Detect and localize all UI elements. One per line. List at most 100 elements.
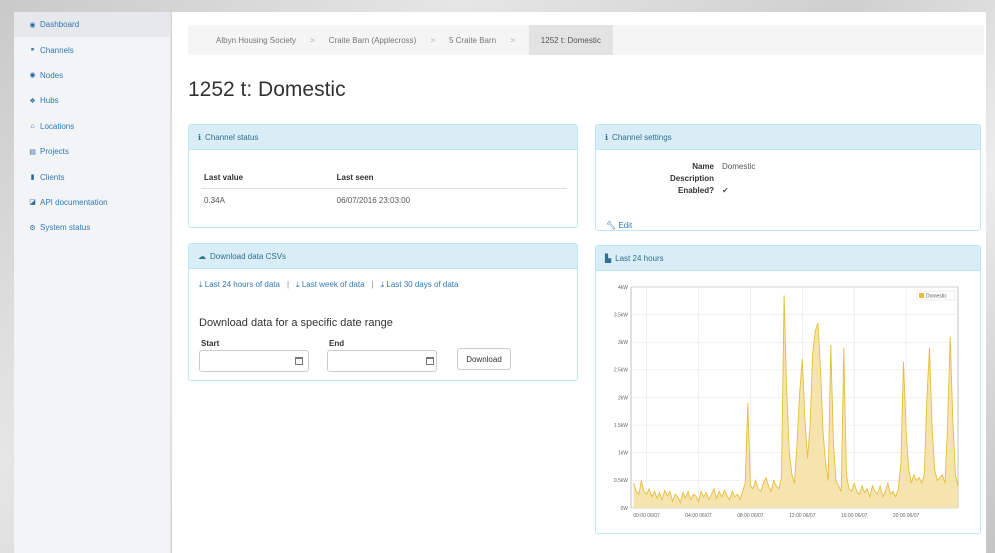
x-tick-label: 08:00 06/07	[737, 513, 764, 519]
y-tick-label: 4kW	[618, 285, 628, 291]
download-week-label: Last week of data	[301, 280, 365, 289]
breadcrumb-separator: >	[510, 35, 515, 45]
edit-label: Edit	[618, 221, 633, 230]
sidebar-item-clients[interactable]: ▮ Clients	[14, 164, 170, 189]
main-content: Albyn Housing Society > Craite Barn (App…	[172, 12, 986, 553]
last-value-cell: 0.34A	[204, 196, 225, 205]
last-seen-cell: 06/07/2016 23:03:00	[336, 196, 411, 205]
dashboard-icon: ◉	[29, 21, 36, 29]
x-tick-label: 00:00 06/07	[633, 513, 660, 519]
breadcrumb-separator: >	[310, 35, 315, 45]
channel-status-panel: ℹ Channel status Last value Last seen 0.…	[188, 124, 578, 228]
sidebar-item-label: Nodes	[40, 70, 64, 80]
x-tick-label: 04:00 06/07	[685, 513, 712, 519]
sidebar-item-label: Dashboard	[40, 20, 80, 30]
y-tick-label: 1kW	[618, 451, 628, 457]
sidebar-item-label: Hubs	[40, 96, 59, 106]
projects-icon: ▤	[29, 148, 36, 156]
download-title: Download data CSVs	[210, 251, 287, 261]
start-label: Start	[201, 339, 220, 348]
breadcrumb-item-location[interactable]: Craite Barn (Applecross)	[315, 25, 417, 55]
chart-panel-header: ▙ Last 24 hours	[596, 246, 980, 271]
channels-icon: ⚭	[29, 47, 36, 55]
sidebar-item-system-status[interactable]: ⚙ System status	[14, 215, 170, 240]
setting-name-label: Name	[692, 162, 714, 171]
calendar-icon[interactable]	[426, 357, 434, 365]
x-tick-label: 12:00 06/07	[789, 513, 816, 519]
breadcrumb: Albyn Housing Society > Craite Barn (App…	[188, 25, 984, 55]
sidebar-item-dashboard[interactable]: ◉ Dashboard	[14, 12, 170, 38]
channel-status-table: Last value Last seen 0.34A 06/07/2016 23…	[201, 169, 567, 212]
edit-link[interactable]: 🔧︎ Edit	[606, 221, 632, 230]
download-week-link[interactable]: ⤓ Last week of data	[296, 280, 365, 290]
link-separator: |	[371, 280, 374, 289]
sidebar-item-label: Channels	[40, 45, 74, 55]
y-tick-label: 0W	[621, 506, 629, 512]
breadcrumb-item-active: 1252 t: Domestic	[528, 25, 613, 55]
area-chart-icon: ▙	[605, 253, 612, 263]
channel-settings-title: Channel settings	[612, 132, 672, 142]
x-tick-label: 20:00 06/07	[893, 513, 920, 519]
sidebar: ◉ Dashboard ⚭ Channels ◉ Nodes ❖ Hubs ⌂ Locations…	[14, 12, 171, 553]
calendar-icon[interactable]	[295, 357, 303, 365]
chart-panel: ▙ Last 24 hours 0W 0.5kW 1kW 1.5kW 2kW 2.5kW 3…	[595, 245, 981, 534]
channel-status-header: ℹ Channel status	[189, 125, 577, 150]
power-chart: 0W 0.5kW 1kW 1.5kW 2kW 2.5kW 3kW 3.5kW 4kW 00:00 …	[614, 285, 959, 519]
y-tick-label: 1.5kW	[614, 423, 628, 429]
download-icon: ⤓	[296, 280, 300, 289]
download-links: ⤓ Last 24 hours of data | ⤓ Last week of…	[199, 280, 458, 290]
page-title: 1252 t: Domestic	[188, 78, 346, 101]
chart-panel-title: Last 24 hours	[615, 253, 664, 263]
home-icon: ⌂	[30, 122, 35, 130]
clients-icon: ▮	[30, 174, 35, 182]
sidebar-item-projects[interactable]: ▤ Projects	[14, 139, 170, 164]
setting-name-value: Domestic	[722, 162, 756, 171]
channel-settings-header: ℹ Channel settings	[596, 125, 980, 150]
download-icon: ⤓	[199, 280, 203, 289]
book-icon: ◪	[29, 199, 36, 207]
download-panel: ☁ Download data CSVs ⤓ Last 24 hours of …	[188, 243, 578, 381]
setting-description-row: Description	[596, 174, 722, 183]
hubs-icon: ❖	[29, 97, 36, 105]
legend-label: Domestic	[926, 294, 947, 300]
setting-enabled-label: Enabled?	[677, 186, 714, 195]
sidebar-item-channels[interactable]: ⚭ Channels	[14, 37, 170, 62]
setting-name-row: Name Domestic	[596, 162, 755, 171]
end-label: End	[329, 339, 345, 348]
sidebar-item-locations[interactable]: ⌂ Locations	[14, 114, 170, 139]
download-header: ☁ Download data CSVs	[189, 244, 577, 269]
info-icon: ℹ	[198, 132, 202, 142]
cloud-download-icon: ☁	[198, 251, 206, 261]
breadcrumb-item-node[interactable]: 5 Craite Barn	[435, 25, 496, 55]
x-tick-label: 16:00 06/07	[841, 513, 868, 519]
breadcrumb-item-client[interactable]: Albyn Housing Society	[188, 25, 296, 55]
legend-swatch	[919, 293, 924, 298]
column-header-last-seen: Last seen	[333, 169, 567, 189]
y-tick-label: 2.5kW	[614, 368, 628, 374]
link-separator: |	[286, 280, 290, 289]
download-24h-link[interactable]: ⤓ Last 24 hours of data	[199, 280, 280, 290]
sidebar-item-label: Locations	[40, 121, 75, 131]
sidebar-item-label: API documentation	[40, 197, 108, 207]
date-range-title: Download data for a specific date range	[199, 317, 393, 329]
nodes-icon: ◉	[29, 72, 36, 80]
table-row: 0.34A 06/07/2016 23:03:00	[201, 189, 567, 213]
download-30d-label: Last 30 days of data	[386, 280, 459, 289]
y-tick-label: 3kW	[618, 340, 628, 346]
sidebar-item-label: Projects	[40, 147, 69, 157]
sidebar-item-nodes[interactable]: ◉ Nodes	[14, 63, 170, 88]
download-30d-link[interactable]: ⤓ Last 30 days of data	[381, 280, 459, 290]
column-header-last-value: Last value	[201, 169, 334, 189]
setting-enabled-row: Enabled? ✔	[596, 186, 729, 195]
wrench-icon: 🔧︎	[606, 221, 617, 230]
end-date-input[interactable]	[327, 350, 437, 372]
download-icon: ⤓	[380, 280, 385, 289]
sidebar-item-hubs[interactable]: ❖ Hubs	[14, 88, 170, 113]
check-icon: ✔	[722, 186, 729, 195]
sidebar-item-label: System status	[40, 223, 91, 233]
download-button[interactable]: Download	[457, 348, 511, 370]
y-tick-label: 3.5kW	[614, 312, 628, 318]
sidebar-item-api-documentation[interactable]: ◪ API documentation	[14, 190, 170, 215]
download-24h-label: Last 24 hours of data	[204, 280, 280, 289]
start-date-input[interactable]	[199, 350, 309, 372]
